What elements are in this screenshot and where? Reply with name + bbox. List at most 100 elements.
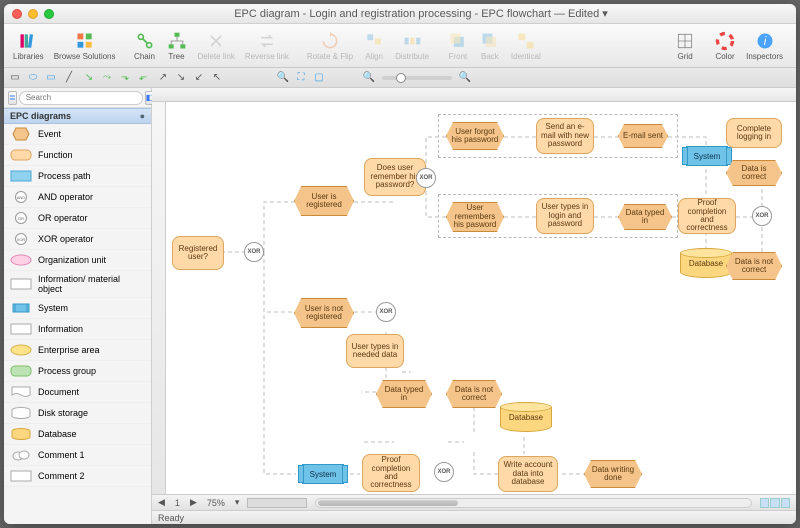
- tree-label: Tree: [168, 52, 184, 61]
- reverse-link-button[interactable]: Reverse link: [242, 28, 292, 63]
- front-label: Front: [449, 52, 468, 61]
- library-item[interactable]: Disk storage: [4, 403, 151, 424]
- library-section-header[interactable]: EPC diagrams ●: [4, 108, 151, 124]
- node-proof-bottom[interactable]: Proof completion and correctness: [362, 454, 420, 492]
- library-item[interactable]: ANDAND operator: [4, 187, 151, 208]
- ready-label: Ready: [158, 513, 184, 523]
- color-button[interactable]: Color: [711, 28, 739, 63]
- xor-1[interactable]: XOR: [244, 242, 264, 262]
- ellipse-tool-icon[interactable]: ⬭: [26, 71, 40, 85]
- library-menu-icon[interactable]: ≣: [8, 91, 17, 105]
- xor-5[interactable]: XOR: [434, 462, 454, 482]
- node-user-types-login[interactable]: User types in login and password: [536, 198, 594, 234]
- arrow1-icon[interactable]: ↗: [156, 71, 170, 85]
- node-database-top[interactable]: Database: [680, 248, 732, 278]
- node-send-email[interactable]: Send an e-mail with new password: [536, 118, 594, 154]
- page-indicator: 1: [173, 498, 182, 508]
- arrow4-icon[interactable]: ↖: [210, 71, 224, 85]
- library-item-label: OR operator: [38, 213, 88, 223]
- minimize-icon[interactable]: [28, 9, 38, 19]
- library-item[interactable]: Database: [4, 424, 151, 445]
- library-item[interactable]: Function: [4, 145, 151, 166]
- node-data-not-correct-top[interactable]: Data is not correct: [726, 252, 782, 280]
- library-item[interactable]: Process path: [4, 166, 151, 187]
- library-item[interactable]: OROR operator: [4, 208, 151, 229]
- diagram-canvas[interactable]: Registered user? XOR User is registered …: [166, 102, 796, 494]
- node-user-types-needed[interactable]: User types in needed data: [346, 334, 404, 368]
- connector3-icon[interactable]: ⬎: [118, 71, 132, 85]
- connector1-icon[interactable]: ↘: [82, 71, 96, 85]
- line-tool-icon[interactable]: ╱: [62, 71, 76, 85]
- xor-3[interactable]: XOR: [752, 206, 772, 226]
- node-user-forgot[interactable]: User forgot his password: [446, 122, 504, 150]
- tree-button[interactable]: Tree: [163, 28, 191, 63]
- library-item[interactable]: Document: [4, 382, 151, 403]
- zoom-fit-icon[interactable]: ⛶: [294, 71, 308, 85]
- node-complete-logging[interactable]: Complete logging in: [726, 118, 782, 148]
- node-write-account[interactable]: Write account data into database: [498, 456, 558, 492]
- node-user-is-registered[interactable]: User is registered: [294, 186, 354, 216]
- node-system-bottom[interactable]: System: [302, 464, 344, 484]
- delete-link-button[interactable]: Delete link: [195, 28, 238, 63]
- node-registered-user[interactable]: Registered user?: [172, 236, 224, 270]
- arrow3-icon[interactable]: ↙: [192, 71, 206, 85]
- view-mode-icons[interactable]: [760, 498, 790, 508]
- library-list[interactable]: EventFunctionProcess pathANDAND operator…: [4, 124, 151, 524]
- xor-4[interactable]: XOR: [376, 302, 396, 322]
- xor-2[interactable]: XOR: [416, 168, 436, 188]
- node-data-not-correct-bottom[interactable]: Data is not correct: [446, 380, 502, 408]
- library-item[interactable]: Information: [4, 319, 151, 340]
- zoom-dropdown-icon[interactable]: ▾: [235, 497, 240, 508]
- library-item[interactable]: Event: [4, 124, 151, 145]
- grid-button[interactable]: Grid: [671, 28, 699, 63]
- connector2-icon[interactable]: ⤳: [100, 71, 114, 85]
- connector4-icon[interactable]: ⬐: [136, 71, 150, 85]
- node-system-top[interactable]: System: [686, 146, 728, 166]
- maximize-icon[interactable]: [44, 9, 54, 19]
- page-thumb-strip[interactable]: [247, 498, 307, 508]
- library-item[interactable]: Organization unit: [4, 250, 151, 271]
- node-user-not-registered[interactable]: User is not registered: [294, 298, 354, 328]
- node-data-writing-done[interactable]: Data writing done: [584, 460, 642, 488]
- zoom-plus-icon[interactable]: 🔍: [458, 71, 472, 85]
- library-item[interactable]: XORXOR operator: [4, 229, 151, 250]
- arrow2-icon[interactable]: ↘: [174, 71, 188, 85]
- front-button[interactable]: Front: [444, 28, 472, 63]
- close-icon[interactable]: [12, 9, 22, 19]
- library-item-label: Enterprise area: [38, 345, 100, 355]
- browse-solutions-button[interactable]: Browse Solutions: [51, 28, 119, 63]
- rotate-flip-button[interactable]: Rotate & Flip: [304, 28, 356, 63]
- distribute-button[interactable]: Distribute: [392, 28, 432, 63]
- library-item[interactable]: Comment 1: [4, 445, 151, 466]
- search-input[interactable]: [19, 91, 143, 105]
- node-data-typed-top[interactable]: Data typed in: [618, 204, 672, 230]
- library-item[interactable]: Enterprise area: [4, 340, 151, 361]
- library-item[interactable]: Process group: [4, 361, 151, 382]
- zoom-minus-icon[interactable]: 🔍: [362, 71, 376, 85]
- titlebar: EPC diagram - Login and registration pro…: [4, 4, 796, 24]
- align-button[interactable]: Align: [360, 28, 388, 63]
- page-nav-next-icon[interactable]: ▶: [190, 497, 197, 508]
- node-data-correct[interactable]: Data is correct: [726, 160, 782, 186]
- library-item[interactable]: Comment 2: [4, 466, 151, 487]
- node-email-sent[interactable]: E-mail sent: [618, 124, 668, 148]
- node-database-mid[interactable]: Database: [500, 402, 552, 432]
- zoom-slider[interactable]: [382, 76, 452, 80]
- rect-tool-icon[interactable]: ▭: [44, 71, 58, 85]
- node-data-typed-bottom[interactable]: Data typed in: [376, 380, 432, 408]
- ruler-horizontal: [152, 88, 796, 102]
- inspectors-button[interactable]: iInspectors: [743, 28, 786, 63]
- page-nav-icon[interactable]: ◀: [158, 497, 165, 508]
- chain-button[interactable]: Chain: [131, 28, 159, 63]
- node-proof-top[interactable]: Proof completion and correctness: [678, 198, 736, 234]
- zoom-100-icon[interactable]: ▢: [312, 71, 326, 85]
- back-button[interactable]: Back: [476, 28, 504, 63]
- horizontal-scrollbar[interactable]: [315, 498, 752, 508]
- pointer-tool-icon[interactable]: ▭: [8, 71, 22, 85]
- zoom-out-icon[interactable]: 🔍: [276, 71, 290, 85]
- node-user-remembers[interactable]: User remembers his pasword: [446, 202, 504, 232]
- identical-button[interactable]: Identical: [508, 28, 544, 63]
- library-item[interactable]: Information/ material object: [4, 271, 151, 298]
- libraries-button[interactable]: Libraries: [10, 28, 47, 63]
- library-item[interactable]: System: [4, 298, 151, 319]
